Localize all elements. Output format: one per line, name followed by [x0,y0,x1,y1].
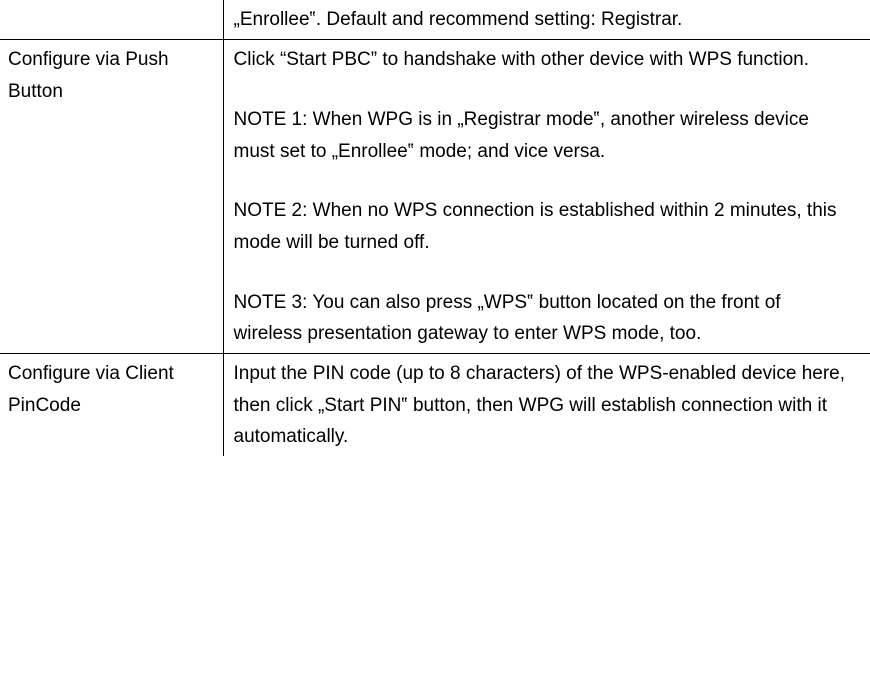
setting-name: Configure via Client PinCode [8,363,174,415]
table-row: Configure via Client PinCode Input the P… [0,354,870,457]
setting-name: Configure via Push Button [8,49,169,101]
table-row: „Enrollee‟. Default and recommend settin… [0,0,870,40]
settings-table: „Enrollee‟. Default and recommend settin… [0,0,870,456]
setting-desc-text: Input the PIN code (up to 8 characters) … [234,358,855,452]
setting-name-cell: Configure via Client PinCode [0,354,223,457]
setting-desc-cell: „Enrollee‟. Default and recommend settin… [223,0,870,40]
table-row: Configure via Push Button Click “Start P… [0,40,870,354]
setting-note: NOTE 1: When WPG is in „Registrar mode‟,… [234,104,855,167]
setting-desc-intro: Click “Start PBC” to handshake with othe… [234,44,855,75]
setting-desc-cell: Input the PIN code (up to 8 characters) … [223,354,870,457]
setting-note: NOTE 2: When no WPS connection is establ… [234,195,855,258]
setting-name-cell [0,0,223,40]
setting-desc-text: „Enrollee‟. Default and recommend settin… [234,4,855,35]
setting-desc-cell: Click “Start PBC” to handshake with othe… [223,40,870,354]
setting-name-cell: Configure via Push Button [0,40,223,354]
setting-note: NOTE 3: You can also press „WPS‟ button … [234,287,855,350]
